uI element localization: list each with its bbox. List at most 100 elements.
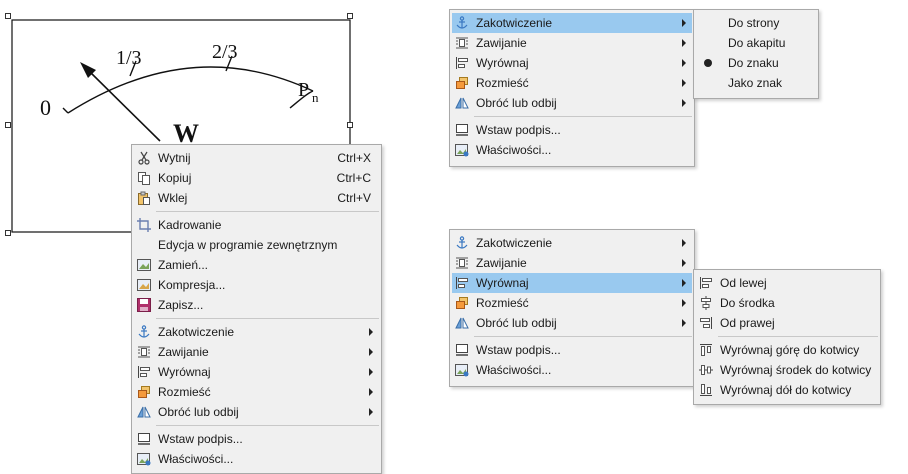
menu-item-label: Właściwości...: [158, 452, 234, 466]
align-bottom-anchor-icon: [698, 382, 714, 398]
align-right-item[interactable]: Od prawej: [696, 313, 878, 333]
menu-item-align[interactable]: Wyrównaj: [134, 362, 379, 382]
caption-icon: [136, 431, 152, 447]
anchor-to-paragraph[interactable]: Do akapitu: [696, 33, 816, 53]
properties-icon: [454, 362, 470, 378]
align-left-icon: [698, 275, 714, 291]
menu-item-wrap[interactable]: Zawijanie: [134, 342, 379, 362]
resize-handle-bottom-left[interactable]: [5, 230, 11, 236]
menu-item-arrange[interactable]: Rozmieść: [452, 73, 692, 93]
menu-item-insert-caption[interactable]: Wstaw podpis...: [134, 429, 379, 449]
submenu-arrow-icon: [682, 79, 686, 87]
menu-item-label: Obróć lub odbij: [476, 316, 557, 330]
menu-item-arrange[interactable]: Rozmieść: [134, 382, 379, 402]
align-middle-anchor-icon: [698, 362, 714, 378]
menu-item-properties[interactable]: Właściwości...: [452, 360, 692, 380]
scale-label-pn: P: [298, 79, 309, 101]
menu-item-label: Do znaku: [728, 56, 779, 70]
rotate-flip-icon: [454, 95, 470, 111]
scale-label-pn-subscript: n: [312, 90, 319, 105]
radio-selected-icon: [704, 59, 712, 67]
resize-handle-middle-left[interactable]: [5, 122, 11, 128]
align-bottom-anchor-item[interactable]: Wyrównaj dół do kotwicy: [696, 380, 878, 400]
arrange-icon: [136, 384, 152, 400]
properties-icon: [454, 142, 470, 158]
align-center-item[interactable]: Do środka: [696, 293, 878, 313]
menu-item-copy[interactable]: Kopiuj Ctrl+C: [134, 168, 379, 188]
menu-separator: [718, 336, 878, 337]
menu-item-label: Do środka: [720, 296, 775, 310]
submenu-arrow-icon: [369, 328, 373, 336]
submenu-arrow-icon: [682, 259, 686, 267]
menu-item-crop[interactable]: Kadrowanie: [134, 215, 379, 235]
menu-item-label: Wyrównaj: [158, 365, 211, 379]
align-left-item[interactable]: Od lewej: [696, 273, 878, 293]
menu-separator: [474, 336, 692, 337]
submenu-arrow-icon: [682, 99, 686, 107]
menu-item-label: Właściwości...: [476, 363, 552, 377]
anchor-to-page[interactable]: Do strony: [696, 13, 816, 33]
menu-item-label: Do akapitu: [728, 36, 786, 50]
submenu-panel-bottom: Zakotwiczenie Zawijanie Wyrównaj Rozmieś…: [449, 229, 695, 387]
wrap-icon: [136, 344, 152, 360]
replace-image-icon: [136, 257, 152, 273]
menu-item-anchor[interactable]: Zakotwiczenie: [452, 13, 692, 33]
menu-item-properties[interactable]: Właściwości...: [452, 140, 692, 160]
anchor-as-character[interactable]: Jako znak: [696, 73, 816, 93]
save-icon: [136, 297, 152, 313]
menu-item-label: Zawijanie: [476, 256, 527, 270]
menu-item-label: Rozmieść: [476, 296, 529, 310]
menu-item-anchor[interactable]: Zakotwiczenie: [134, 322, 379, 342]
wrap-icon: [454, 35, 470, 51]
menu-item-properties[interactable]: Właściwości...: [134, 449, 379, 469]
submenu-arrow-icon: [369, 408, 373, 416]
menu-item-label: Obróć lub odbij: [158, 405, 239, 419]
menu-item-rotate-flip[interactable]: Obróć lub odbij: [452, 93, 692, 113]
crop-icon: [136, 217, 152, 233]
menu-item-compress[interactable]: Kompresja...: [134, 275, 379, 295]
align-top-anchor-item[interactable]: Wyrównaj górę do kotwicy: [696, 340, 878, 360]
menu-item-label: Zawijanie: [476, 36, 527, 50]
menu-item-arrange[interactable]: Rozmieść: [452, 293, 692, 313]
menu-item-align[interactable]: Wyrównaj: [452, 53, 692, 73]
resize-handle-top-left[interactable]: [5, 13, 11, 19]
menu-item-label: Do strony: [728, 16, 780, 30]
scale-label-one-third: 1/3: [116, 47, 142, 69]
menu-item-paste[interactable]: Wklej Ctrl+V: [134, 188, 379, 208]
menu-item-label: Jako znak: [728, 76, 783, 90]
scale-label-two-thirds: 2/3: [212, 41, 238, 63]
menu-item-shortcut: Ctrl+V: [337, 191, 371, 205]
menu-item-label: Wytnij: [158, 151, 191, 165]
paste-icon: [136, 190, 152, 206]
menu-item-save[interactable]: Zapisz...: [134, 295, 379, 315]
resize-handle-top-right[interactable]: [347, 13, 353, 19]
menu-item-label: Kadrowanie: [158, 218, 222, 232]
submenu-arrow-icon: [369, 348, 373, 356]
menu-item-label: Właściwości...: [476, 143, 552, 157]
menu-item-label: Zapisz...: [158, 298, 204, 312]
anchor-to-character[interactable]: Do znaku: [696, 53, 816, 73]
resize-handle-middle-right[interactable]: [347, 122, 353, 128]
compress-image-icon: [136, 277, 152, 293]
menu-item-wrap[interactable]: Zawijanie: [452, 253, 692, 273]
arrange-icon: [454, 295, 470, 311]
menu-item-rotate-flip[interactable]: Obróć lub odbij: [134, 402, 379, 422]
menu-item-edit-external[interactable]: Edycja w programie zewnętrznym: [134, 235, 379, 255]
menu-item-rotate-flip[interactable]: Obróć lub odbij: [452, 313, 692, 333]
scale-label-0: 0: [40, 95, 51, 120]
menu-item-anchor[interactable]: Zakotwiczenie: [452, 233, 692, 253]
menu-item-label: Zakotwiczenie: [158, 325, 235, 339]
menu-item-label: Wyrównaj: [476, 56, 529, 70]
align-middle-anchor-item[interactable]: Wyrównaj środek do kotwicy: [696, 360, 878, 380]
menu-item-insert-caption[interactable]: Wstaw podpis...: [452, 120, 692, 140]
menu-item-label: Zakotwiczenie: [476, 236, 553, 250]
menu-item-label: Wstaw podpis...: [158, 432, 243, 446]
menu-item-insert-caption[interactable]: Wstaw podpis...: [452, 340, 692, 360]
image-context-menu: Wytnij Ctrl+X Kopiuj Ctrl+C Wklej Ctrl+V…: [131, 144, 382, 474]
menu-item-cut[interactable]: Wytnij Ctrl+X: [134, 148, 379, 168]
menu-item-label: Wyrównaj dół do kotwicy: [720, 383, 852, 397]
caption-icon: [454, 122, 470, 138]
menu-item-align[interactable]: Wyrównaj: [452, 273, 692, 293]
menu-item-wrap[interactable]: Zawijanie: [452, 33, 692, 53]
menu-item-replace[interactable]: Zamień...: [134, 255, 379, 275]
